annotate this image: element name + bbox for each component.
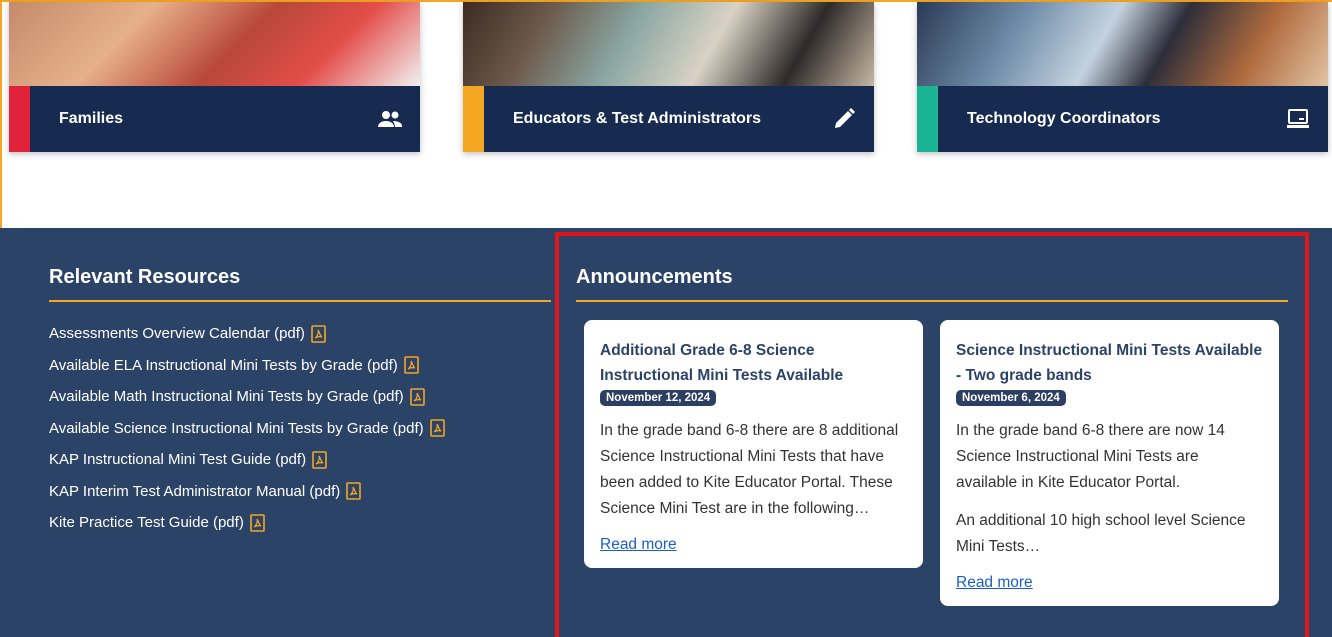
resource-link[interactable]: KAP Interim Test Administrator Manual (p… [49,476,445,508]
read-more-link[interactable]: Read more [600,536,677,554]
pdf-icon [312,450,327,469]
pdf-icon [250,513,265,532]
users-icon [378,111,402,127]
resource-link[interactable]: KAP Instructional Mini Test Guide (pdf) [49,444,445,476]
resource-link[interactable]: Available Science Instructional Mini Tes… [49,413,445,445]
educators-photo [463,2,874,86]
resources-divider [49,300,551,302]
resource-link[interactable]: Kite Practice Test Guide (pdf) [49,507,445,539]
date-badge: November 12, 2024 [600,390,717,406]
educators-card[interactable]: Educators & Test Administrators [463,2,874,152]
announcement-summary: An additional 10 high school level Scien… [956,512,1246,555]
date-badge: November 6, 2024 [956,390,1066,406]
families-photo [9,2,420,86]
pdf-icon [403,356,419,375]
pdf-icon [311,324,326,343]
educators-bar[interactable]: Educators & Test Administrators [463,86,874,152]
resource-link[interactable]: Assessments Overview Calendar (pdf) [49,318,445,350]
pdf-icon [409,387,425,406]
families-card[interactable]: Families [9,2,420,152]
announcement-card: Science Instructional Mini Tests Availab… [940,320,1279,606]
educators-accent [463,86,484,152]
pdf-icon [346,482,362,501]
announcement-summary: In the grade band 6-8 there are now 14 S… [956,422,1225,491]
audience-section: Families Educators & Test Administrators… [0,0,1332,228]
technology-accent [917,86,938,152]
resources-announcements-section: Relevant Resources Assessments Overview … [0,228,1332,637]
announcements-heading: Announcements [576,266,733,288]
technology-card[interactable]: Technology Coordinators [917,2,1328,152]
pdf-icon [429,419,445,438]
pencil-icon [835,108,855,128]
resource-link[interactable]: Available Math Instructional Mini Tests … [49,381,445,413]
technology-photo [917,2,1328,86]
announcement-summary: In the grade band 6-8 there are 8 additi… [600,422,899,517]
technology-bar[interactable]: Technology Coordinators [917,86,1328,152]
educators-label[interactable]: Educators & Test Administrators [513,86,761,152]
announcements-divider [576,300,1288,302]
read-more-link[interactable]: Read more [956,574,1033,592]
families-label[interactable]: Families [59,86,123,152]
families-bar[interactable]: Families [9,86,420,152]
technology-label[interactable]: Technology Coordinators [967,86,1160,152]
families-accent [9,86,30,152]
resource-link[interactable]: Available ELA Instructional Mini Tests b… [49,350,445,382]
announcement-title[interactable]: Science Instructional Mini Tests Availab… [956,338,1263,388]
resources-list: Assessments Overview Calendar (pdf) Avai… [49,318,445,539]
resources-heading: Relevant Resources [49,266,241,288]
announcement-card: Additional Grade 6-8 Science Instruction… [584,320,923,568]
laptop-icon [1287,109,1309,128]
announcement-title[interactable]: Additional Grade 6-8 Science Instruction… [600,338,907,388]
